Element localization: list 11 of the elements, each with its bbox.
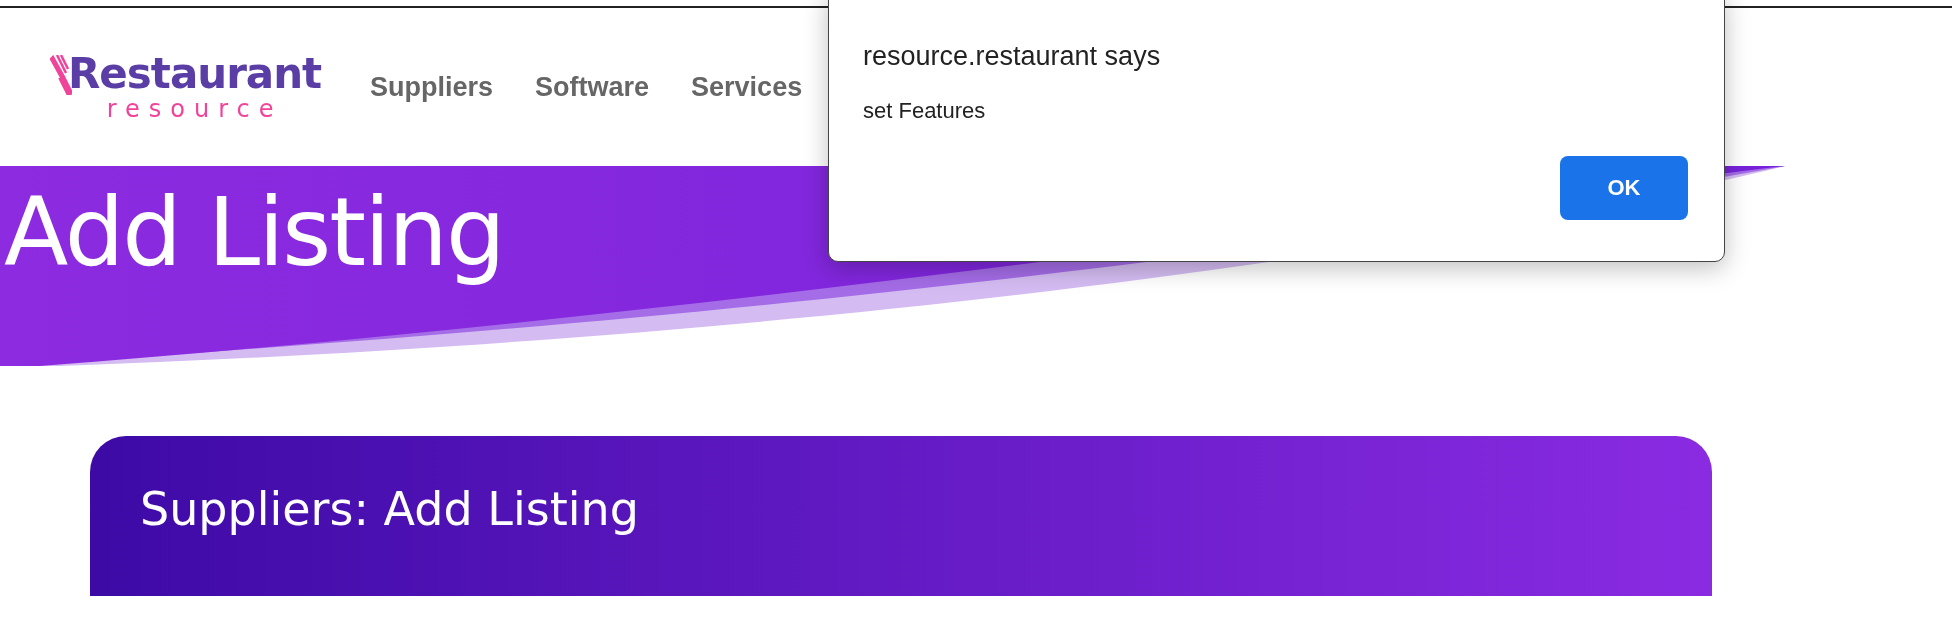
dialog-title: resource.restaurant says (863, 41, 1162, 72)
ok-button[interactable]: OK (1560, 156, 1688, 220)
card-title: Suppliers: Add Listing (140, 482, 639, 536)
nav-link[interactable]: Suppliers (370, 71, 494, 103)
page-title: Add Listing (4, 178, 504, 287)
logo-name: Restaurant (68, 53, 322, 95)
dialog-message: set Features (863, 98, 987, 124)
logo-tagline: resource (106, 97, 283, 121)
fork-icon (50, 55, 72, 95)
nav-link[interactable]: Services (691, 71, 803, 103)
nav-link[interactable]: Software (535, 71, 650, 103)
